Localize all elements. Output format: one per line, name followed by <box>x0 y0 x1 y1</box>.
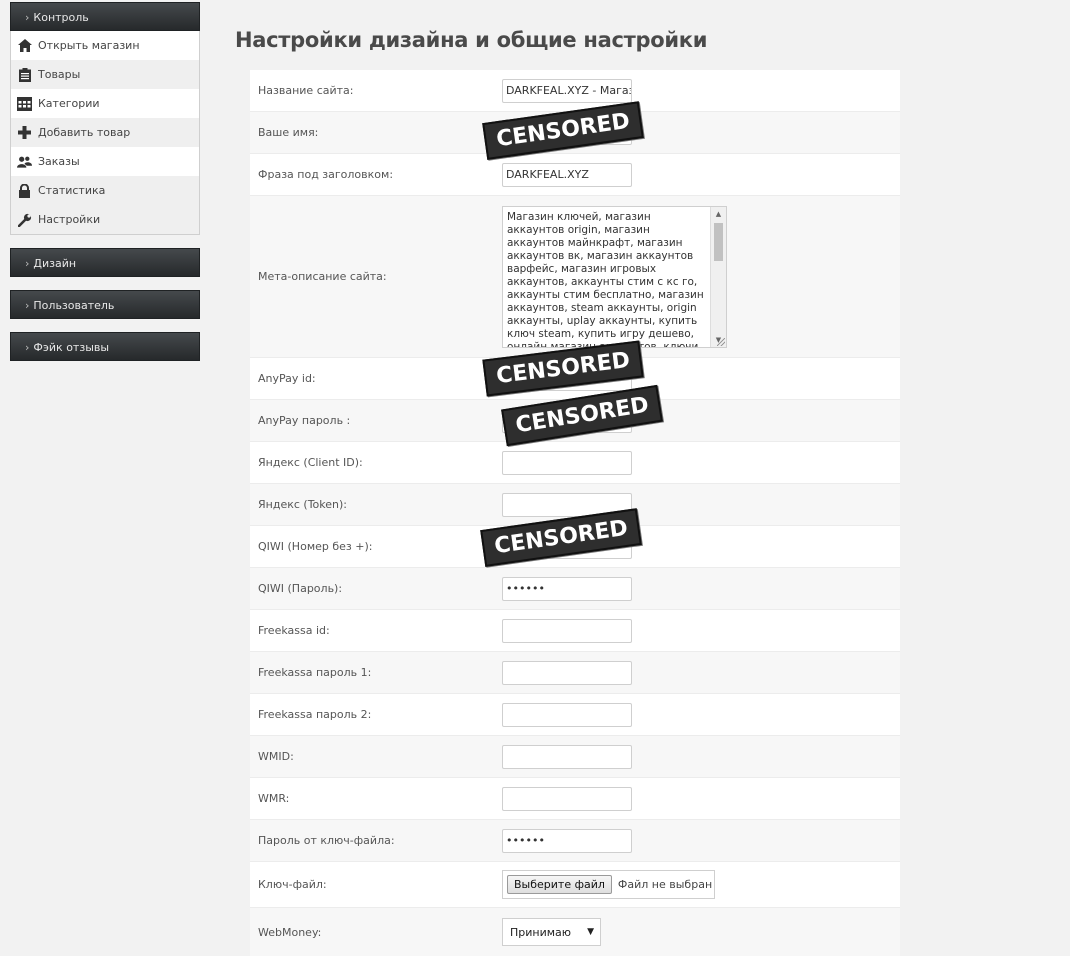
field-label: Мета-описание сайта: <box>258 270 387 283</box>
freekassa-password-1-input[interactable] <box>502 660 632 685</box>
row-wmr: WMR: <box>250 778 900 820</box>
sidebar-item-label: Настройки <box>38 213 101 226</box>
wrench-icon <box>17 212 32 227</box>
section-fake-reviews[interactable]: › Фэйк отзывы <box>10 332 200 361</box>
choose-file-button[interactable]: Выберите файл <box>507 875 612 894</box>
select-value: Принимаю <box>510 925 572 939</box>
webmoney-select[interactable]: Принимаю ▼ <box>502 918 601 946</box>
chevron-right-icon: › <box>25 11 30 24</box>
field-label: WMID: <box>258 750 294 763</box>
field-label: WMR: <box>258 792 290 805</box>
chevron-right-icon: › <box>25 257 30 270</box>
row-wmid: WMID: <box>250 736 900 778</box>
field-label: AnyPay id: <box>258 372 316 385</box>
tagline-input[interactable]: DARKFEAL.XYZ <box>502 162 632 187</box>
sidebar-item-label: Открыть магазин <box>38 39 140 52</box>
section-label: Дизайн <box>33 257 77 270</box>
scroll-thumb[interactable] <box>714 222 723 261</box>
field-label: Фраза под заголовком: <box>258 168 394 181</box>
field-label: Freekassa пароль 1: <box>258 666 372 679</box>
field-label: WebMoney: <box>258 925 322 939</box>
row-keyfile-pass: Пароль от ключ-файла: •••••• <box>250 820 900 862</box>
section-label: Контроль <box>33 11 89 24</box>
field-label: Freekassa id: <box>258 624 330 637</box>
freekassa-password-2-input[interactable] <box>502 702 632 727</box>
section-label: Фэйк отзывы <box>33 341 110 354</box>
file-status: Файл не выбран <box>617 878 713 891</box>
users-icon <box>17 154 32 169</box>
sidebar-item-products[interactable]: Товары <box>11 60 199 89</box>
sidebar-item-label: Добавить товар <box>38 126 131 139</box>
freekassa-id-input[interactable] <box>502 618 632 643</box>
field-label: Пароль от ключ-файла: <box>258 834 395 847</box>
settings-form: Название сайта: DARKFEAL.XYZ - Магазин В… <box>250 70 900 956</box>
field-label: AnyPay пароль : <box>258 414 351 427</box>
sidebar-item-open-shop[interactable]: Открыть магазин <box>11 31 199 60</box>
row-yandex-client: Яндекс (Client ID): <box>250 442 900 484</box>
page-title: Настройки дизайна и общие настройки <box>235 28 708 52</box>
sidebar-item-orders[interactable]: Заказы <box>11 147 199 176</box>
row-tagline: Фраза под заголовком: DARKFEAL.XYZ <box>250 154 900 196</box>
sidebar-item-add-product[interactable]: Добавить товар <box>11 118 199 147</box>
section-kontrol[interactable]: › Контроль <box>10 2 200 31</box>
field-label: Название сайта: <box>258 84 354 97</box>
row-freekassa-pass2: Freekassa пароль 2: <box>250 694 900 736</box>
row-meta: Мета-описание сайта: Магазин ключей, маг… <box>250 196 900 358</box>
meta-description-textarea[interactable]: Магазин ключей, магазин аккаунтов origin… <box>502 205 727 348</box>
scroll-up-icon[interactable]: ▲ <box>711 207 726 221</box>
sidebar-item-label: Категории <box>38 97 100 110</box>
sidebar-item-label: Статистика <box>38 184 106 197</box>
section-label: Пользователь <box>33 299 115 312</box>
wmr-input[interactable] <box>502 786 632 811</box>
chevron-right-icon: › <box>25 341 30 354</box>
sidebar-menu: Открыть магазин Товары Категории Добавит… <box>10 31 200 235</box>
field-label: QIWI (Пароль): <box>258 582 343 595</box>
sidebar-item-statistics[interactable]: Статистика <box>11 176 199 205</box>
field-label: Freekassa пароль 2: <box>258 708 372 721</box>
home-icon <box>17 38 32 53</box>
keyfile-file-input: Выберите файл Файл не выбран <box>502 870 715 899</box>
sidebar: › Контроль Открыть магазин Товары Категор… <box>10 2 200 361</box>
calendar-icon <box>17 96 32 111</box>
dropdown-arrow-icon: ▼ <box>587 927 594 937</box>
site-name-input[interactable]: DARKFEAL.XYZ - Магазин <box>502 78 632 103</box>
yandex-client-id-input[interactable] <box>502 450 632 475</box>
row-freekassa-id: Freekassa id: <box>250 610 900 652</box>
chevron-right-icon: › <box>25 299 30 312</box>
plus-icon <box>17 125 32 140</box>
field-label: Ключ-файл: <box>258 878 327 891</box>
sidebar-item-label: Товары <box>38 68 81 81</box>
field-label: Ваше имя: <box>258 126 319 139</box>
row-qiwi-pass: QIWI (Пароль): •••••• <box>250 568 900 610</box>
field-label: QIWI (Номер без +): <box>258 540 373 553</box>
wmid-input[interactable] <box>502 744 632 769</box>
field-label: Яндекс (Token): <box>258 498 347 511</box>
meta-description-text: Магазин ключей, магазин аккаунтов origin… <box>507 210 704 348</box>
keyfile-password-input[interactable]: •••••• <box>502 828 632 853</box>
sidebar-item-settings[interactable]: Настройки <box>11 205 199 234</box>
sidebar-item-label: Заказы <box>38 155 80 168</box>
resize-handle-icon[interactable] <box>717 337 725 346</box>
section-design[interactable]: › Дизайн <box>10 248 200 277</box>
section-user[interactable]: › Пользователь <box>10 290 200 319</box>
clipboard-icon <box>17 67 32 82</box>
row-site-name: Название сайта: DARKFEAL.XYZ - Магазин <box>250 70 900 112</box>
row-keyfile: Ключ-файл: Выберите файл Файл не выбран <box>250 862 900 908</box>
lock-icon <box>17 183 32 198</box>
row-webmoney: WebMoney: Принимаю ▼ <box>250 908 900 956</box>
textarea-scrollbar[interactable]: ▲ ▼ <box>710 206 726 347</box>
row-freekassa-pass1: Freekassa пароль 1: <box>250 652 900 694</box>
field-label: Яндекс (Client ID): <box>258 456 363 469</box>
qiwi-password-input[interactable]: •••••• <box>502 576 632 601</box>
sidebar-item-categories[interactable]: Категории <box>11 89 199 118</box>
